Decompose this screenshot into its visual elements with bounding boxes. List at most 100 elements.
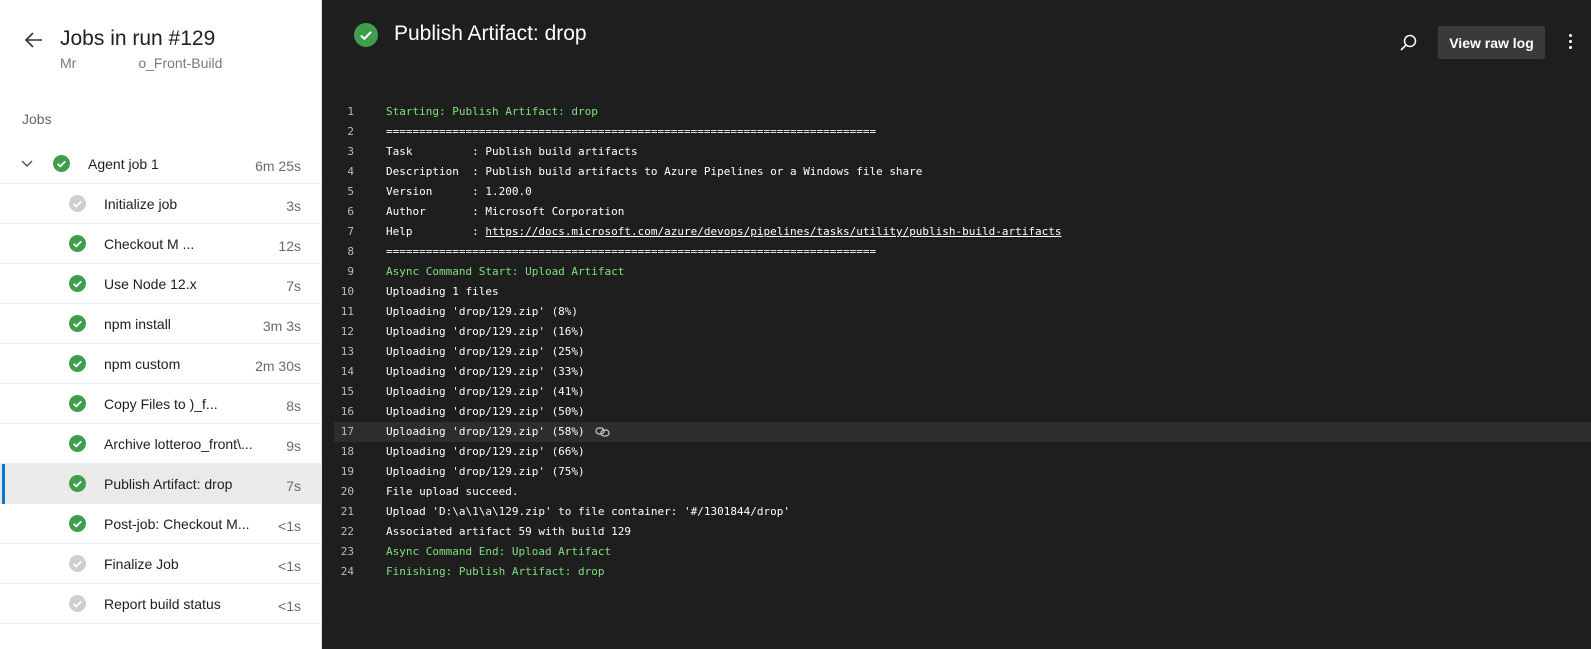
- log-line: 23 Async Command End: Upload Artifact: [334, 542, 1591, 562]
- job-list: Agent job 1 6m 25s Initialize job 3s Checkou…: [0, 144, 322, 624]
- log-text: Task : Publish build artifacts: [386, 142, 638, 162]
- log-text-content: Uploading 'drop/129.zip' (25%): [386, 345, 585, 358]
- log-text: Description : Publish build artifacts to…: [386, 162, 922, 182]
- line-number: 12: [340, 325, 354, 338]
- log-line: 1 Starting: Publish Artifact: drop: [334, 102, 1591, 122]
- log-text-content: Uploading 'drop/129.zip' (8%): [386, 305, 579, 318]
- more-options-icon[interactable]: [1564, 32, 1576, 54]
- log-text-content: Uploading 'drop/129.zip' (75%): [386, 465, 585, 478]
- line-number: 24: [340, 565, 354, 578]
- log-text: Uploading 'drop/129.zip' (58%): [386, 422, 585, 442]
- job-duration: 6m 25s: [255, 158, 301, 174]
- line-number: 11: [340, 305, 354, 318]
- line-number: 2: [347, 125, 354, 138]
- log-text: Async Command Start: Upload Artifact: [386, 262, 624, 282]
- log-text: Upload 'D:\a\1\a\129.zip' to file contai…: [386, 502, 790, 522]
- log-text: Async Command End: Upload Artifact: [386, 542, 611, 562]
- job-step-row[interactable]: Use Node 12.x 7s: [0, 264, 322, 304]
- log-line: 13 Uploading 'drop/129.zip' (25%): [334, 342, 1591, 362]
- help-link[interactable]: https://docs.microsoft.com/azure/devops/…: [485, 225, 1061, 238]
- copy-link-icon[interactable]: [595, 426, 611, 438]
- log-line: 15 Uploading 'drop/129.zip' (41%): [334, 382, 1591, 402]
- log-line: 9 Async Command Start: Upload Artifact: [334, 262, 1591, 282]
- job-name: npm custom: [104, 356, 181, 372]
- log-text-content: Associated artifact 59 with build 129: [386, 525, 632, 538]
- log-text-content: ========================================…: [386, 245, 877, 258]
- line-number: 13: [340, 345, 354, 358]
- job-name: Finalize Job: [104, 556, 179, 572]
- page-title: Jobs in run #129: [60, 27, 216, 50]
- job-duration: <1s: [278, 518, 301, 534]
- job-step-row[interactable]: Post-job: Checkout M... <1s: [0, 504, 322, 544]
- log-line: 3 Task : Publish build artifacts: [334, 142, 1591, 162]
- line-number: 20: [340, 485, 354, 498]
- log-text: ========================================…: [386, 242, 876, 262]
- job-name: Initialize job: [104, 196, 178, 212]
- jobs-header: Jobs in run #129 Mr o_Front-Build: [0, 0, 322, 90]
- log-text: Uploading 'drop/129.zip' (66%): [386, 442, 585, 462]
- log-text: Uploading 'drop/129.zip' (25%): [386, 342, 585, 362]
- job-duration: 8s: [286, 398, 301, 414]
- log-text-content: Starting: Publish Artifact: drop: [386, 105, 598, 118]
- log-text: File upload succeed.: [386, 482, 518, 502]
- job-step-row[interactable]: Checkout M ... 12s: [0, 224, 322, 264]
- job-step-row[interactable]: Copy Files to )_f... 8s: [0, 384, 322, 424]
- line-number: 4: [347, 165, 354, 178]
- log-text: Author : Microsoft Corporation: [386, 202, 624, 222]
- job-step-row[interactable]: npm custom 2m 30s: [0, 344, 322, 384]
- line-number: 16: [340, 405, 354, 418]
- log-text-content: Author : Microsoft Corporation: [386, 205, 625, 218]
- log-line: 16 Uploading 'drop/129.zip' (50%): [334, 402, 1591, 422]
- job-name: Archive lotteroo_front\...: [104, 436, 253, 452]
- line-number: 3: [347, 145, 354, 158]
- log-text: Starting: Publish Artifact: drop: [386, 102, 598, 122]
- line-number: 9: [347, 265, 354, 278]
- back-arrow-icon[interactable]: [22, 28, 46, 52]
- jobs-panel: Jobs in run #129 Mr o_Front-Build Jobs Ag…: [0, 0, 322, 649]
- log-line: 12 Uploading 'drop/129.zip' (16%): [334, 322, 1591, 342]
- success-check-icon: [69, 395, 86, 412]
- line-number: 21: [340, 505, 354, 518]
- agent-job-row[interactable]: Agent job 1 6m 25s: [0, 144, 322, 184]
- log-line: 24 Finishing: Publish Artifact: drop: [334, 562, 1591, 582]
- log-text-content: Uploading 'drop/129.zip' (50%): [386, 405, 585, 418]
- log-text: Help : https://docs.microsoft.com/azure/…: [386, 222, 1062, 242]
- line-number: 5: [347, 185, 354, 198]
- job-step-row[interactable]: Archive lotteroo_front\... 9s: [0, 424, 322, 464]
- job-name: Publish Artifact: drop: [104, 476, 233, 492]
- job-duration: 7s: [286, 278, 301, 294]
- view-raw-log-button[interactable]: View raw log: [1438, 26, 1545, 59]
- job-name: Copy Files to )_f...: [104, 396, 218, 412]
- job-step-row[interactable]: npm install 3m 3s: [0, 304, 322, 344]
- log-line: 10 Uploading 1 files: [334, 282, 1591, 302]
- job-step-row[interactable]: Initialize job 3s: [0, 184, 322, 224]
- log-text-content: Finishing: Publish Artifact: drop: [386, 565, 605, 578]
- log-text-content: Help :: [386, 225, 486, 238]
- success-check-icon: [69, 515, 86, 532]
- line-number: 14: [340, 365, 354, 378]
- job-step-row[interactable]: Publish Artifact: drop 7s: [0, 464, 322, 504]
- line-number: 15: [340, 385, 354, 398]
- log-line: 5 Version : 1.200.0: [334, 182, 1591, 202]
- line-number: 23: [340, 545, 354, 558]
- log-line: 11 Uploading 'drop/129.zip' (8%): [334, 302, 1591, 322]
- pipeline-name-start: Mr: [60, 55, 77, 71]
- line-number: 18: [340, 445, 354, 458]
- search-icon[interactable]: [1399, 33, 1419, 53]
- log-line: 22 Associated artifact 59 with build 129: [334, 522, 1591, 542]
- log-output: 1 Starting: Publish Artifact: drop 2 ======…: [334, 102, 1591, 582]
- job-name: Report build status: [104, 596, 221, 612]
- log-text-content: Upload 'D:\a\1\a\129.zip' to file contai…: [386, 505, 790, 518]
- log-line: 7 Help : https://docs.microsoft.com/azure…: [334, 222, 1591, 242]
- chevron-down-icon[interactable]: [20, 158, 34, 170]
- line-number: 1: [347, 105, 354, 118]
- job-name: Post-job: Checkout M...: [104, 516, 250, 532]
- log-line: 20 File upload succeed.: [334, 482, 1591, 502]
- success-check-icon: [69, 315, 86, 332]
- log-text: Associated artifact 59 with build 129: [386, 522, 631, 542]
- job-step-row[interactable]: Report build status <1s: [0, 584, 322, 624]
- log-text: Finishing: Publish Artifact: drop: [386, 562, 605, 582]
- job-duration: <1s: [278, 558, 301, 574]
- skipped-check-icon: [69, 555, 86, 572]
- job-step-row[interactable]: Finalize Job <1s: [0, 544, 322, 584]
